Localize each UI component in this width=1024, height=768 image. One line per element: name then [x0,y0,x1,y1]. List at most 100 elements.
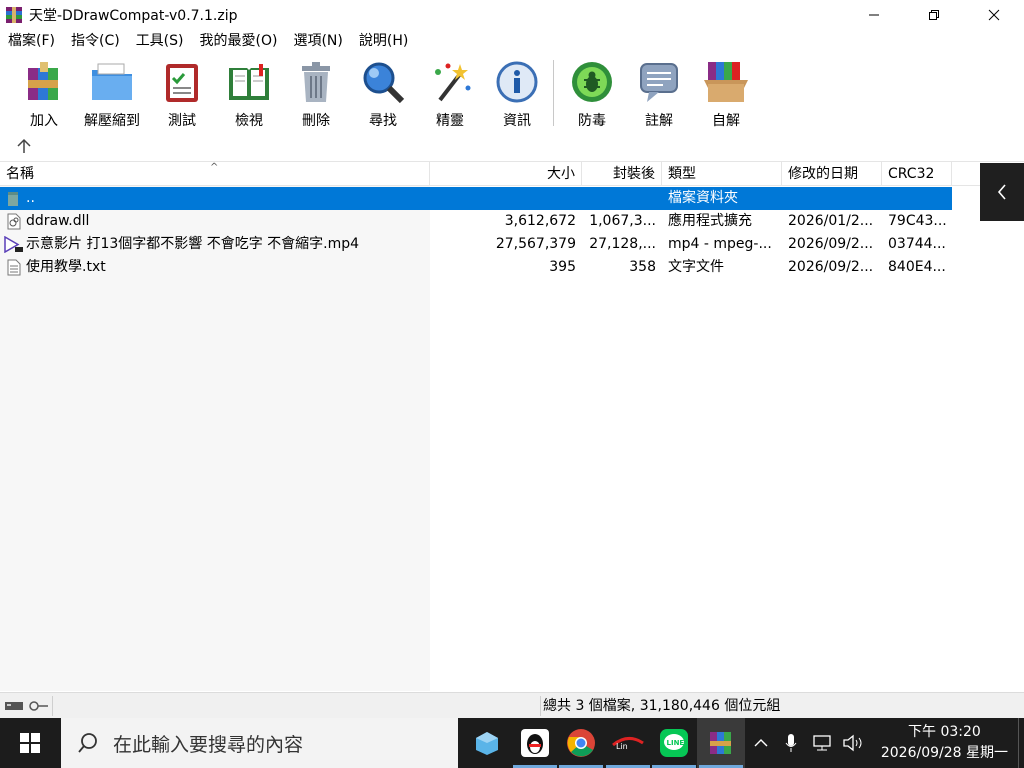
chevron-up-icon [754,739,768,747]
chrome-icon [567,729,595,757]
status-divider [52,696,53,716]
wizard-label: 精靈 [436,113,464,129]
file-packed: 358 [629,259,656,275]
table-row[interactable]: ddraw.dll 3,612,672 1,067,3... 應用程式擴充 20… [0,210,952,233]
column-header-type[interactable]: 類型 [662,162,782,186]
clock-time: 下午 03:20 [908,724,981,740]
volume-tray-button[interactable] [840,718,866,768]
taskbar-clock[interactable]: 下午 03:20 2026/09/28 星期一 [881,722,1008,764]
file-size: 27,567,379 [495,236,576,252]
info-button[interactable]: 資訊 [485,58,549,129]
file-modified: 2026/09/2... [788,259,874,275]
info-icon [493,58,541,106]
view-book-icon [225,58,273,106]
comment-icon [635,58,683,106]
column-header-modified[interactable]: 修改的日期 [782,162,882,186]
line-app-icon: LINE [660,729,688,757]
column-header-size[interactable]: 大小 [430,162,582,186]
wizard-button[interactable]: 精靈 [418,58,482,129]
file-type: 文字文件 [668,259,724,275]
microphone-icon [785,734,797,752]
speaker-icon [843,734,862,752]
file-list: 名稱 ^ 大小 封裝後 類型 修改的日期 CRC32 .. 檔案資料夾 ddra… [0,162,1024,692]
menu-favorites[interactable]: 我的最愛(O) [192,30,286,52]
column-header-crc32[interactable]: CRC32 [882,162,952,186]
taskbar-search-input[interactable]: 在此輸入要搜尋的內容 [61,718,458,768]
menu-options[interactable]: 選項(N) [285,30,350,52]
up-arrow-icon[interactable] [16,137,32,155]
file-size [430,187,582,210]
menu-file[interactable]: 檔案(F) [0,30,63,52]
svg-text:Lin: Lin [616,742,628,751]
navigation-row [0,132,1024,162]
add-archive-icon [20,58,68,106]
drive-key-icon [4,698,50,714]
taskbar-app-winrar[interactable] [697,718,745,768]
search-icon [78,733,97,753]
game-logo-icon: Lin [611,731,645,755]
taskbar-app-cube[interactable] [463,718,511,768]
file-name: 示意影片 打13個字都不影響 不會吃字 不會縮字.mp4 [26,236,360,252]
minimize-icon [869,14,879,16]
file-modified: 2026/09/2... [788,236,874,252]
test-button[interactable]: 測試 [150,58,214,129]
trash-icon [292,58,340,106]
add-button[interactable]: 加入 [12,58,76,129]
virus-scan-button[interactable]: 防毒 [560,58,624,129]
column-header-packed[interactable]: 封裝後 [582,162,662,186]
restore-icon [929,10,939,20]
cube-app-icon [476,732,498,755]
virus-scan-label: 防毒 [578,113,606,129]
menu-commands[interactable]: 指令(C) [63,30,128,52]
toolbar: 加入 解壓縮到 測試 檢視 刪除 尋找 精靈 資訊 防毒 註解 自解 [0,52,1024,132]
show-desktop-button[interactable] [1018,718,1024,768]
info-label: 資訊 [503,113,531,129]
magnifier-icon [359,58,407,106]
file-type: mp4 - mpeg-... [668,236,772,252]
network-icon [813,735,831,751]
side-panel-toggle[interactable] [980,163,1024,221]
delete-button[interactable]: 刪除 [284,58,348,129]
taskbar-app-line[interactable]: LINE [650,718,698,768]
file-size: 395 [549,259,576,275]
menu-help[interactable]: 說明(H) [351,30,416,52]
virus-scan-icon [568,58,616,106]
comment-label: 註解 [645,113,673,129]
view-button[interactable]: 檢視 [217,58,281,129]
comment-button[interactable]: 註解 [627,58,691,129]
toolbar-separator [553,60,554,126]
list-header: 名稱 ^ 大小 封裝後 類型 修改的日期 CRC32 [0,162,1024,186]
table-row[interactable]: 示意影片 打13個字都不影響 不會吃字 不會縮字.mp4 27,567,379 … [0,233,952,256]
taskbar-app-chrome[interactable] [557,718,605,768]
title-bar: 天堂-DDrawCompat-v0.7.1.zip [0,0,1024,30]
microphone-tray-button[interactable] [780,718,802,768]
add-label: 加入 [30,113,58,129]
show-hidden-icons-button[interactable] [750,718,772,768]
window-title: 天堂-DDrawCompat-v0.7.1.zip [29,8,238,24]
file-name: ddraw.dll [26,213,90,229]
file-type: 應用程式擴充 [668,213,752,229]
minimize-button[interactable] [844,0,904,30]
close-button[interactable] [964,0,1024,30]
extract-to-button[interactable]: 解壓縮到 [80,58,144,129]
table-row-parent[interactable]: .. 檔案資料夾 [0,187,952,210]
file-crc [882,187,952,210]
file-packed: 1,067,3... [589,213,656,229]
sfx-button[interactable]: 自解 [694,58,758,129]
taskbar-app-qq[interactable] [511,718,559,768]
maximize-button[interactable] [904,0,964,30]
svg-text:LINE: LINE [667,739,685,747]
file-packed: 27,128,... [589,236,656,252]
column-header-name[interactable]: 名稱 ^ [0,162,430,186]
wizard-wand-icon [426,58,474,106]
table-row[interactable]: 使用教學.txt 395 358 文字文件 2026/09/2... 840E4… [0,256,952,279]
file-size: 3,612,672 [504,213,576,229]
taskbar-app-game[interactable]: Lin [604,718,652,768]
find-button[interactable]: 尋找 [351,58,415,129]
taskbar: 在此輸入要搜尋的內容 Lin LINE 下午 03:20 2026/09/28 … [0,718,1024,768]
start-button[interactable] [0,718,60,768]
network-tray-button[interactable] [808,718,836,768]
menu-tools[interactable]: 工具(S) [128,30,192,52]
view-label: 檢視 [235,113,263,129]
qq-penguin-icon [521,729,549,757]
